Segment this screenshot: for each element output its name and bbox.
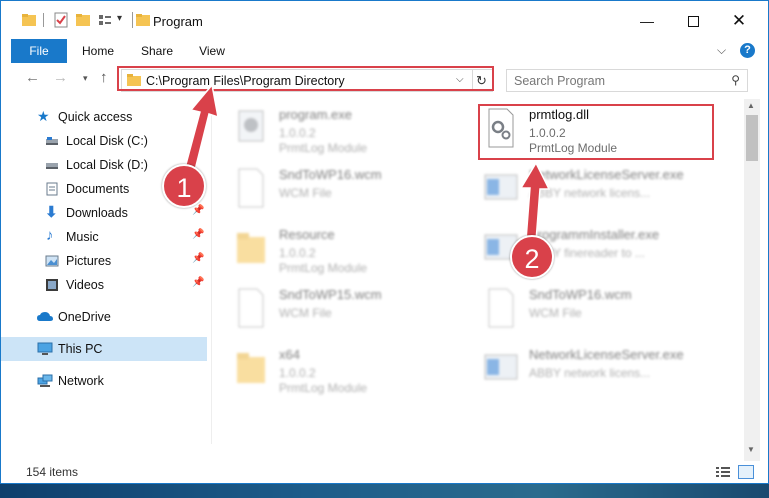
arrow-2 — [519, 161, 551, 242]
step-badge-1: 1 — [162, 164, 206, 208]
arrow-1 — [184, 83, 219, 171]
annotation-arrows — [184, 83, 551, 242]
step-badge-2: 2 — [510, 235, 554, 279]
